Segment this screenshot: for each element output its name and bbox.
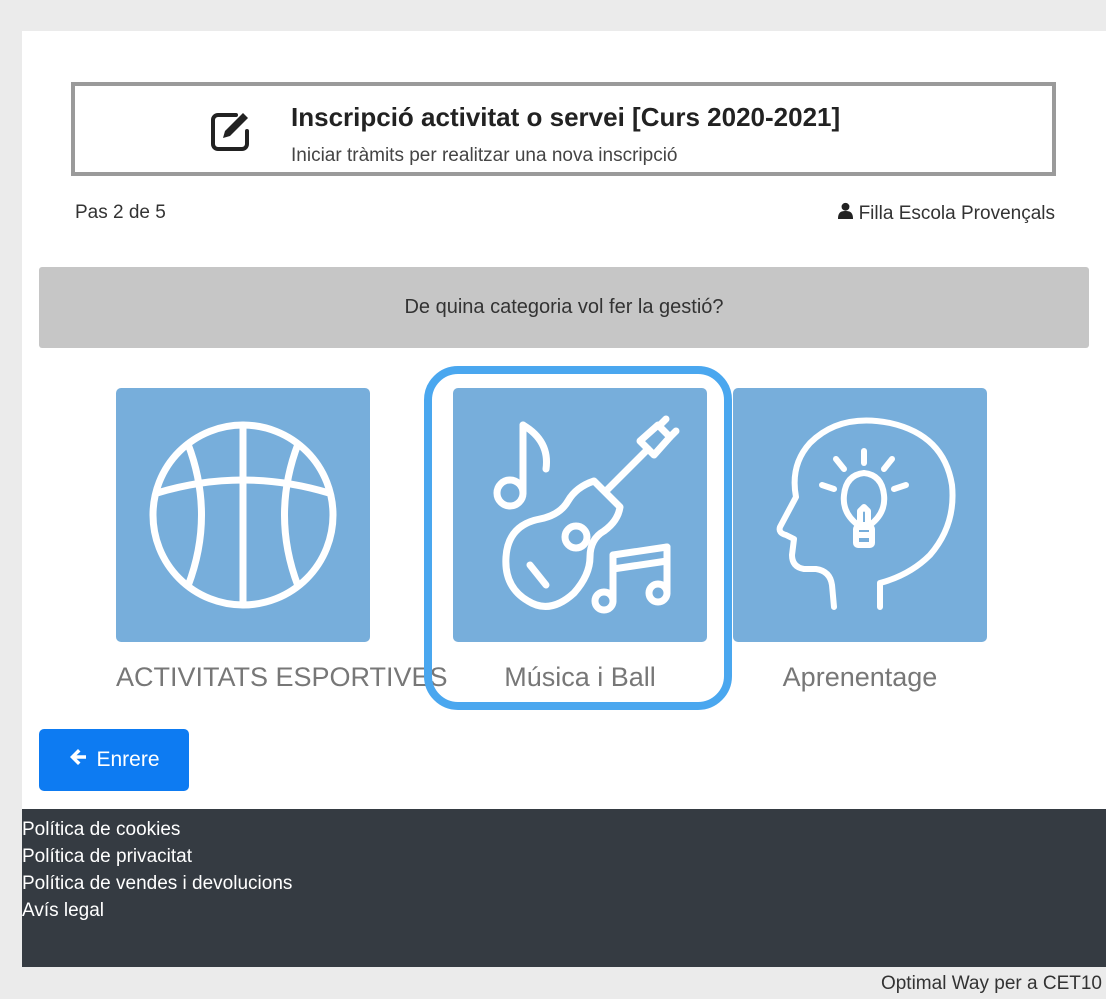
category-label: Aprenentage bbox=[782, 662, 938, 692]
user-info: Filla Escola Provençals bbox=[837, 202, 1055, 225]
sales-returns-policy-link[interactable]: Política de vendes i devolucions bbox=[22, 870, 292, 897]
page-subtitle: Iniciar tràmits per realitzar una nova i… bbox=[291, 145, 678, 166]
page-title: Inscripció activitat o servei [Curs 2020… bbox=[291, 102, 841, 132]
footer-links: Política de cookies Política de privacit… bbox=[22, 816, 292, 924]
back-button[interactable]: Enrere bbox=[39, 729, 189, 791]
legal-notice-link[interactable]: Avís legal bbox=[22, 897, 292, 924]
footer: Política de cookies Política de privacit… bbox=[22, 809, 1106, 967]
page-header: Inscripció activitat o servei [Curs 2020… bbox=[71, 82, 1056, 176]
head-lightbulb-icon bbox=[776, 417, 956, 610]
cookies-policy-link[interactable]: Política de cookies bbox=[22, 816, 292, 843]
edit-icon bbox=[208, 109, 252, 153]
category-tile-activitats-esportives[interactable] bbox=[116, 388, 370, 642]
category-tile-aprenentage[interactable] bbox=[733, 388, 987, 642]
category-label: ACTIVITATS ESPORTIVES bbox=[116, 662, 448, 692]
arrow-left-icon bbox=[68, 747, 88, 773]
guitar-music-icon bbox=[493, 415, 680, 614]
category-question: De quina categoria vol fer la gestió? bbox=[39, 267, 1089, 348]
back-button-label: Enrere bbox=[96, 748, 160, 771]
credit-text: Optimal Way per a CET10 bbox=[880, 973, 1102, 994]
basketball-icon bbox=[149, 421, 337, 609]
user-icon bbox=[837, 202, 853, 225]
category-label: Música i Ball bbox=[504, 662, 656, 692]
privacy-policy-link[interactable]: Política de privacitat bbox=[22, 843, 292, 870]
question-text: De quina categoria vol fer la gestió? bbox=[404, 296, 724, 318]
category-tile-musica-i-ball[interactable] bbox=[453, 388, 707, 642]
step-indicator: Pas 2 de 5 bbox=[75, 202, 166, 223]
user-name: Filla Escola Provençals bbox=[858, 202, 1055, 224]
